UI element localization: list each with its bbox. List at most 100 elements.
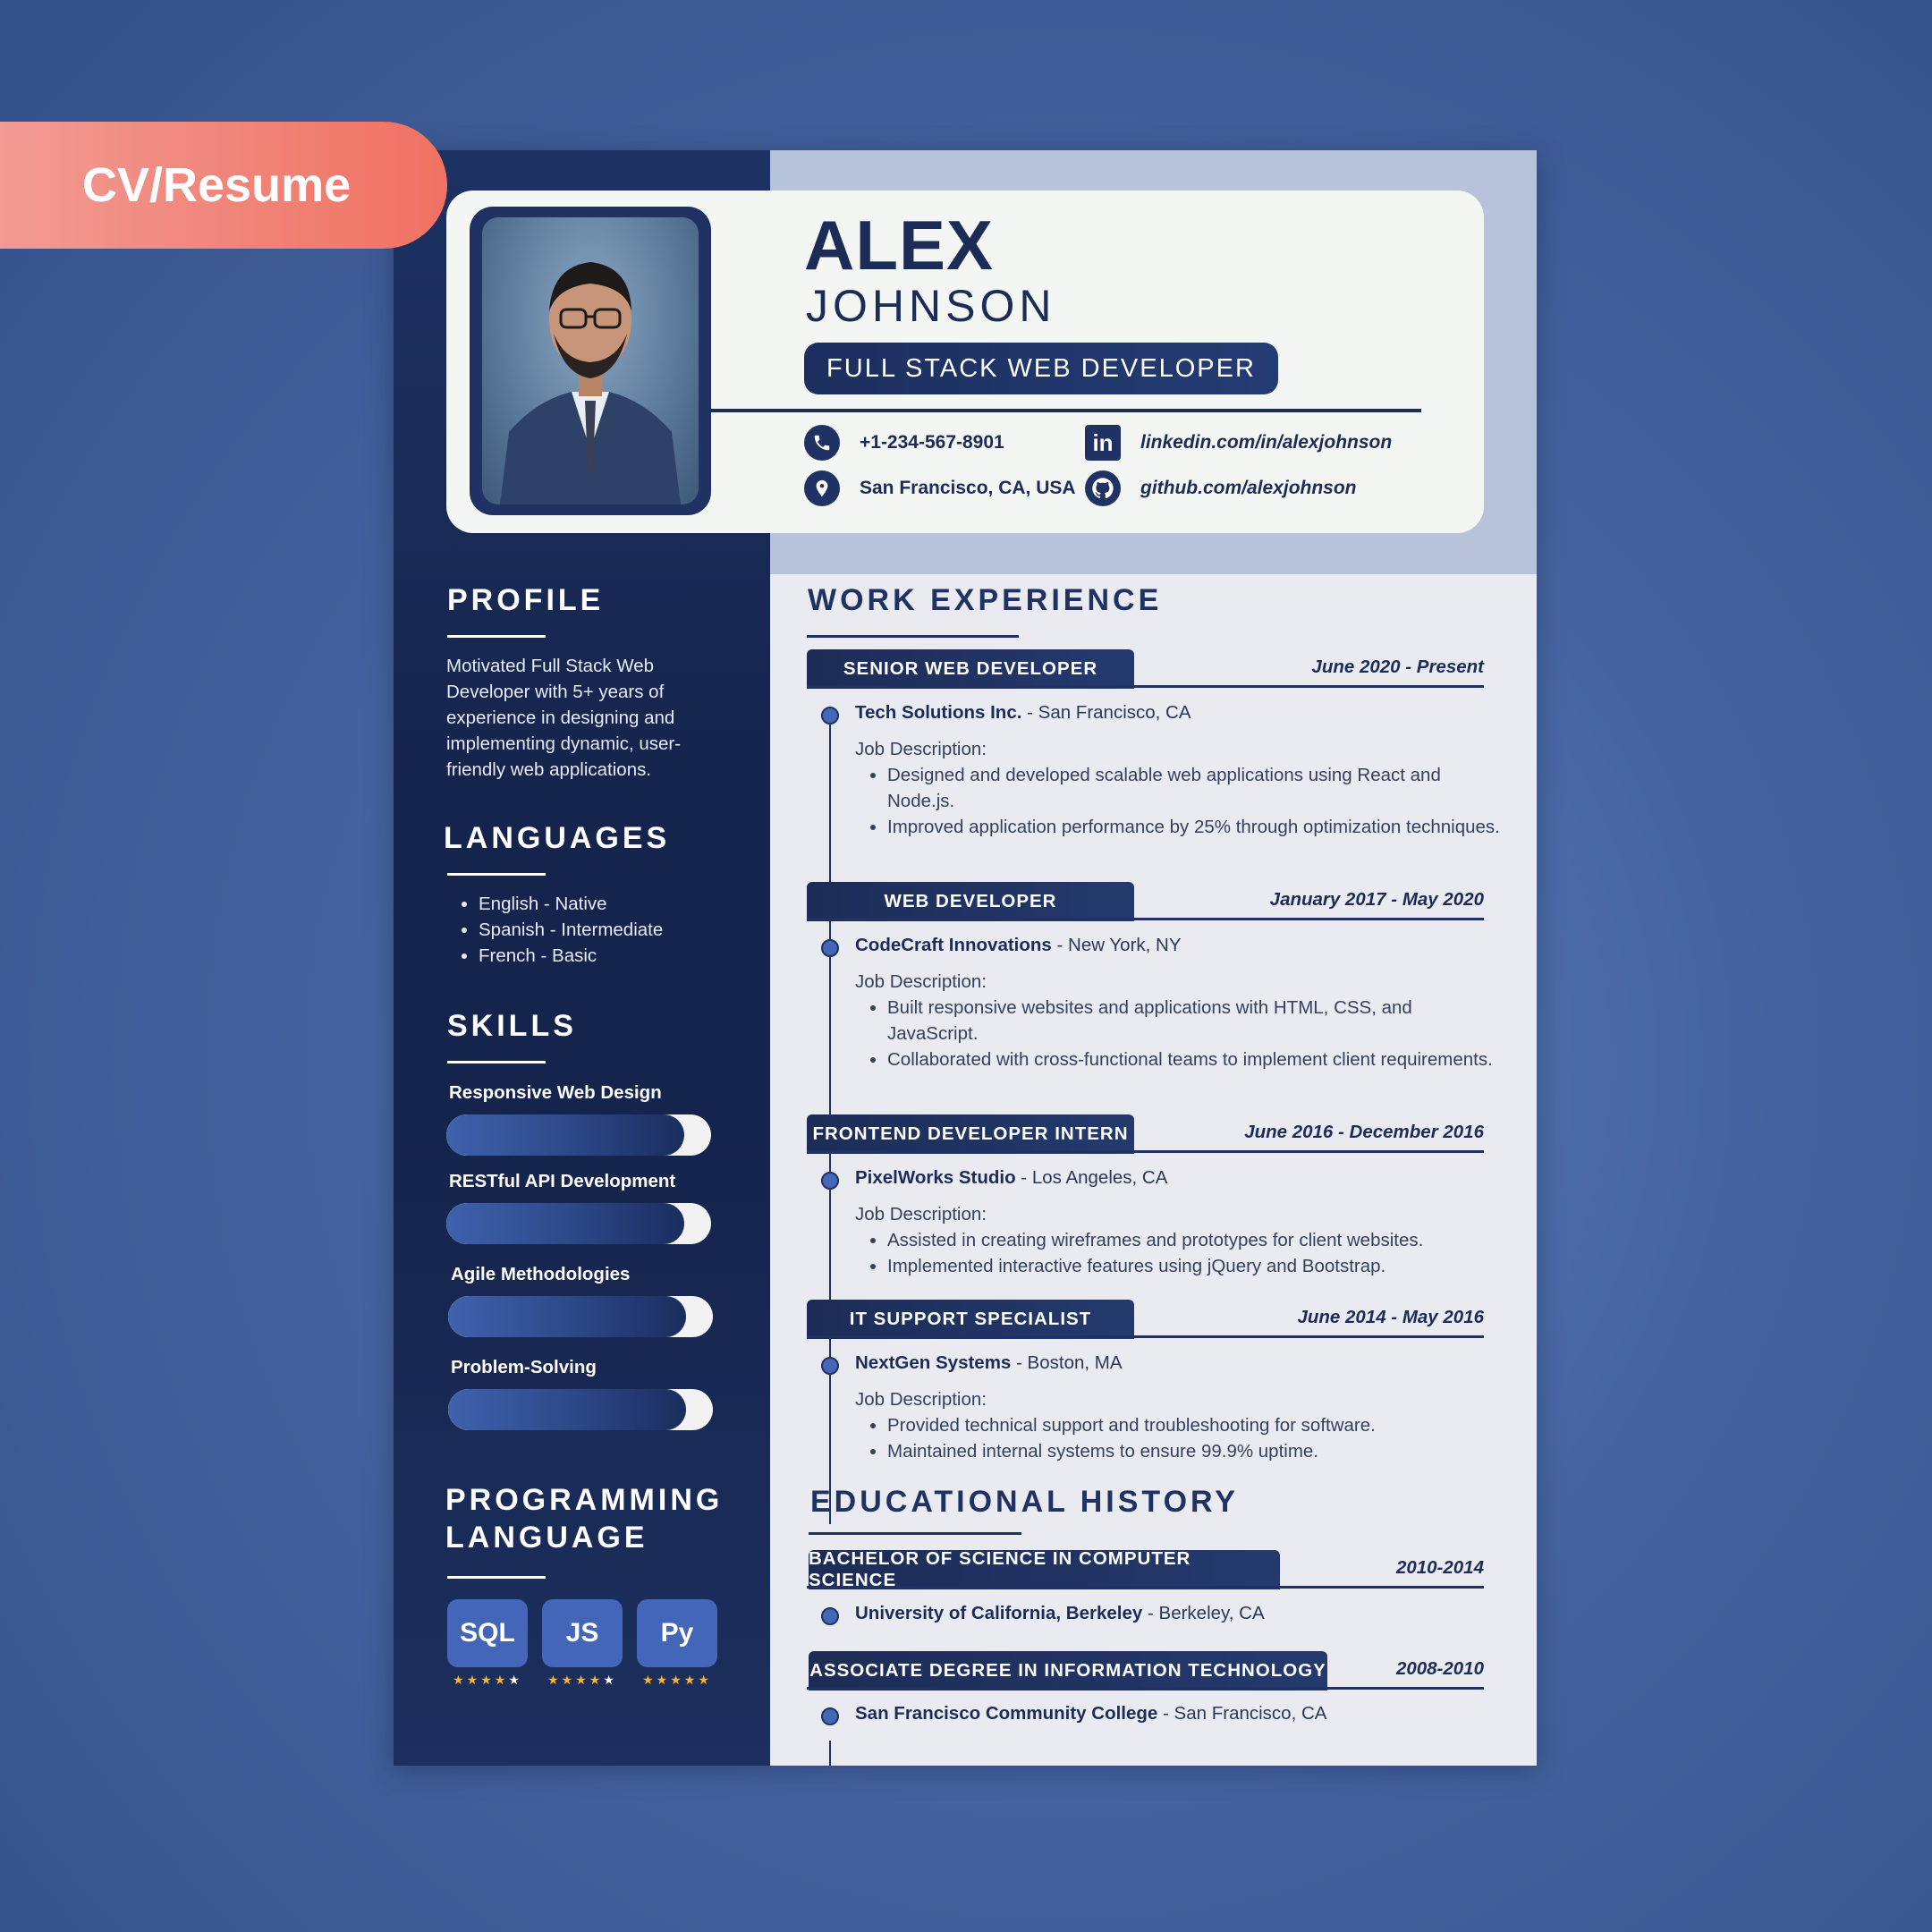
profile-photo <box>482 217 699 504</box>
degree-title: ASSOCIATE DEGREE IN INFORMATION TECHNOLO… <box>809 1651 1327 1690</box>
education-date: 2010-2014 <box>1395 1557 1484 1578</box>
linkedin-icon: in <box>1085 425 1121 461</box>
star-filled-icon: ★ <box>561 1673 576 1687</box>
job-description-label: Job Description: <box>855 739 987 759</box>
school-location: - Berkeley, CA <box>1142 1603 1265 1623</box>
cv-resume-tag: CV/Resume <box>0 122 447 249</box>
language-item: French - Basic <box>479 943 663 969</box>
work-heading: WORK EXPERIENCE <box>808 583 1163 617</box>
header-divider <box>710 409 1421 412</box>
languages-heading: LANGUAGES <box>444 821 671 855</box>
skill-bar-fill <box>448 1389 687 1430</box>
job-description-label: Job Description: <box>855 1204 987 1224</box>
company-location: - New York, NY <box>1051 935 1182 955</box>
work-underline <box>807 635 1019 638</box>
job-header: IT SUPPORT SPECIALIST June 2014 - May 20… <box>807 1300 1484 1339</box>
timeline-line <box>829 1741 831 1766</box>
education-divider <box>807 1687 1484 1690</box>
star-empty-icon: ★ <box>508 1673 522 1687</box>
school-name: San Francisco Community College <box>855 1703 1158 1724</box>
job-divider <box>807 1150 1484 1153</box>
job-description-label: Job Description: <box>855 971 987 992</box>
github-link[interactable]: github.com/alexjohnson <box>1140 478 1357 499</box>
timeline-dot <box>821 939 839 957</box>
last-name: JOHNSON <box>806 281 1056 331</box>
company-location: - San Francisco, CA <box>1021 702 1191 723</box>
job-date: June 2020 - Present <box>1311 657 1484 677</box>
job-bullet: Collaborated with cross-functional teams… <box>887 1046 1504 1072</box>
job-bullet: Assisted in creating wireframes and prot… <box>887 1227 1504 1253</box>
star-filled-icon: ★ <box>656 1673 671 1687</box>
star-filled-icon: ★ <box>547 1673 562 1687</box>
programming-heading: PROGRAMMING LANGUAGE <box>445 1481 723 1556</box>
school-line: San Francisco Community College - San Fr… <box>855 1703 1326 1724</box>
skill-bar <box>446 1114 711 1156</box>
timeline-dot <box>821 707 839 724</box>
github-contact[interactable]: github.com/alexjohnson <box>1085 470 1357 506</box>
linkedin-contact[interactable]: in linkedin.com/in/alexjohnson <box>1085 425 1392 461</box>
skill-bar <box>448 1296 713 1337</box>
programming-underline <box>447 1576 546 1579</box>
job-bullets: Built responsive websites and applicatio… <box>855 995 1504 1072</box>
timeline-dot <box>821 1607 839 1625</box>
linkedin-link[interactable]: linkedin.com/in/alexjohnson <box>1140 432 1392 453</box>
education-header: BACHELOR OF SCIENCE IN COMPUTER SCIENCE … <box>807 1548 1484 1590</box>
job-title: SENIOR WEB DEVELOPER <box>807 649 1134 689</box>
languages-list: English - Native Spanish - Intermediate … <box>446 891 663 969</box>
skills-heading: SKILLS <box>447 1009 577 1043</box>
job-bullets: Provided technical support and troublesh… <box>855 1412 1504 1464</box>
programming-heading-line2: LANGUAGE <box>445 1521 648 1555</box>
location-contact: San Francisco, CA, USA <box>804 470 1076 506</box>
header-card: ALEX JOHNSON FULL STACK WEB DEVELOPER +1… <box>446 191 1484 533</box>
location-pin-icon <box>804 470 840 506</box>
star-filled-icon: ★ <box>698 1673 712 1687</box>
skills-underline <box>447 1061 546 1063</box>
job-header: FRONTEND DEVELOPER INTERN June 2016 - De… <box>807 1114 1484 1154</box>
star-filled-icon: ★ <box>466 1673 481 1687</box>
education-header: ASSOCIATE DEGREE IN INFORMATION TECHNOLO… <box>807 1651 1484 1690</box>
job-bullet: Designed and developed scalable web appl… <box>887 762 1504 814</box>
skill-bar-fill <box>446 1203 685 1244</box>
skill-label: Agile Methodologies <box>451 1264 631 1284</box>
job-description-label: Job Description: <box>855 1389 987 1410</box>
language-item: English - Native <box>479 891 663 917</box>
degree-title: BACHELOR OF SCIENCE IN COMPUTER SCIENCE <box>809 1548 1280 1590</box>
star-filled-icon: ★ <box>642 1673 657 1687</box>
phone-contact: +1-234-567-8901 <box>804 425 1004 461</box>
company-name: PixelWorks Studio <box>855 1167 1016 1188</box>
language-item: Spanish - Intermediate <box>479 917 663 943</box>
star-empty-icon: ★ <box>603 1673 617 1687</box>
job-divider <box>807 685 1484 688</box>
star-filled-icon: ★ <box>453 1673 467 1687</box>
profile-heading: PROFILE <box>447 583 605 617</box>
skill-bar <box>448 1389 713 1430</box>
school-line: University of California, Berkeley - Ber… <box>855 1603 1265 1624</box>
job-bullets: Assisted in creating wireframes and prot… <box>855 1227 1504 1279</box>
skill-label: Problem-Solving <box>451 1357 597 1377</box>
programming-heading-line1: PROGRAMMING <box>445 1483 724 1517</box>
company-line: Tech Solutions Inc. - San Francisco, CA <box>855 702 1191 724</box>
skill-label: Responsive Web Design <box>449 1082 662 1103</box>
star-filled-icon: ★ <box>683 1673 699 1687</box>
prog-badge-js: JS <box>542 1599 623 1667</box>
job-divider <box>807 1335 1484 1338</box>
languages-underline <box>447 873 546 876</box>
profile-text: Motivated Full Stack Web Developer with … <box>446 656 682 780</box>
company-name: CodeCraft Innovations <box>855 935 1052 955</box>
job-title: IT SUPPORT SPECIALIST <box>807 1300 1134 1339</box>
star-filled-icon: ★ <box>589 1673 604 1687</box>
job-divider <box>807 918 1484 920</box>
phone-text: +1-234-567-8901 <box>860 432 1004 453</box>
profile-photo-frame <box>470 207 711 515</box>
school-location: - San Francisco, CA <box>1157 1703 1327 1724</box>
skill-bar <box>446 1203 711 1244</box>
education-date: 2008-2010 <box>1395 1658 1484 1679</box>
company-line: PixelWorks Studio - Los Angeles, CA <box>855 1167 1167 1189</box>
education-underline <box>809 1532 1021 1535</box>
company-location: - Los Angeles, CA <box>1015 1167 1168 1188</box>
company-location: - Boston, MA <box>1011 1352 1123 1373</box>
github-icon <box>1085 470 1121 506</box>
star-filled-icon: ★ <box>480 1673 495 1687</box>
phone-icon <box>804 425 840 461</box>
skill-bar-fill <box>448 1296 687 1337</box>
